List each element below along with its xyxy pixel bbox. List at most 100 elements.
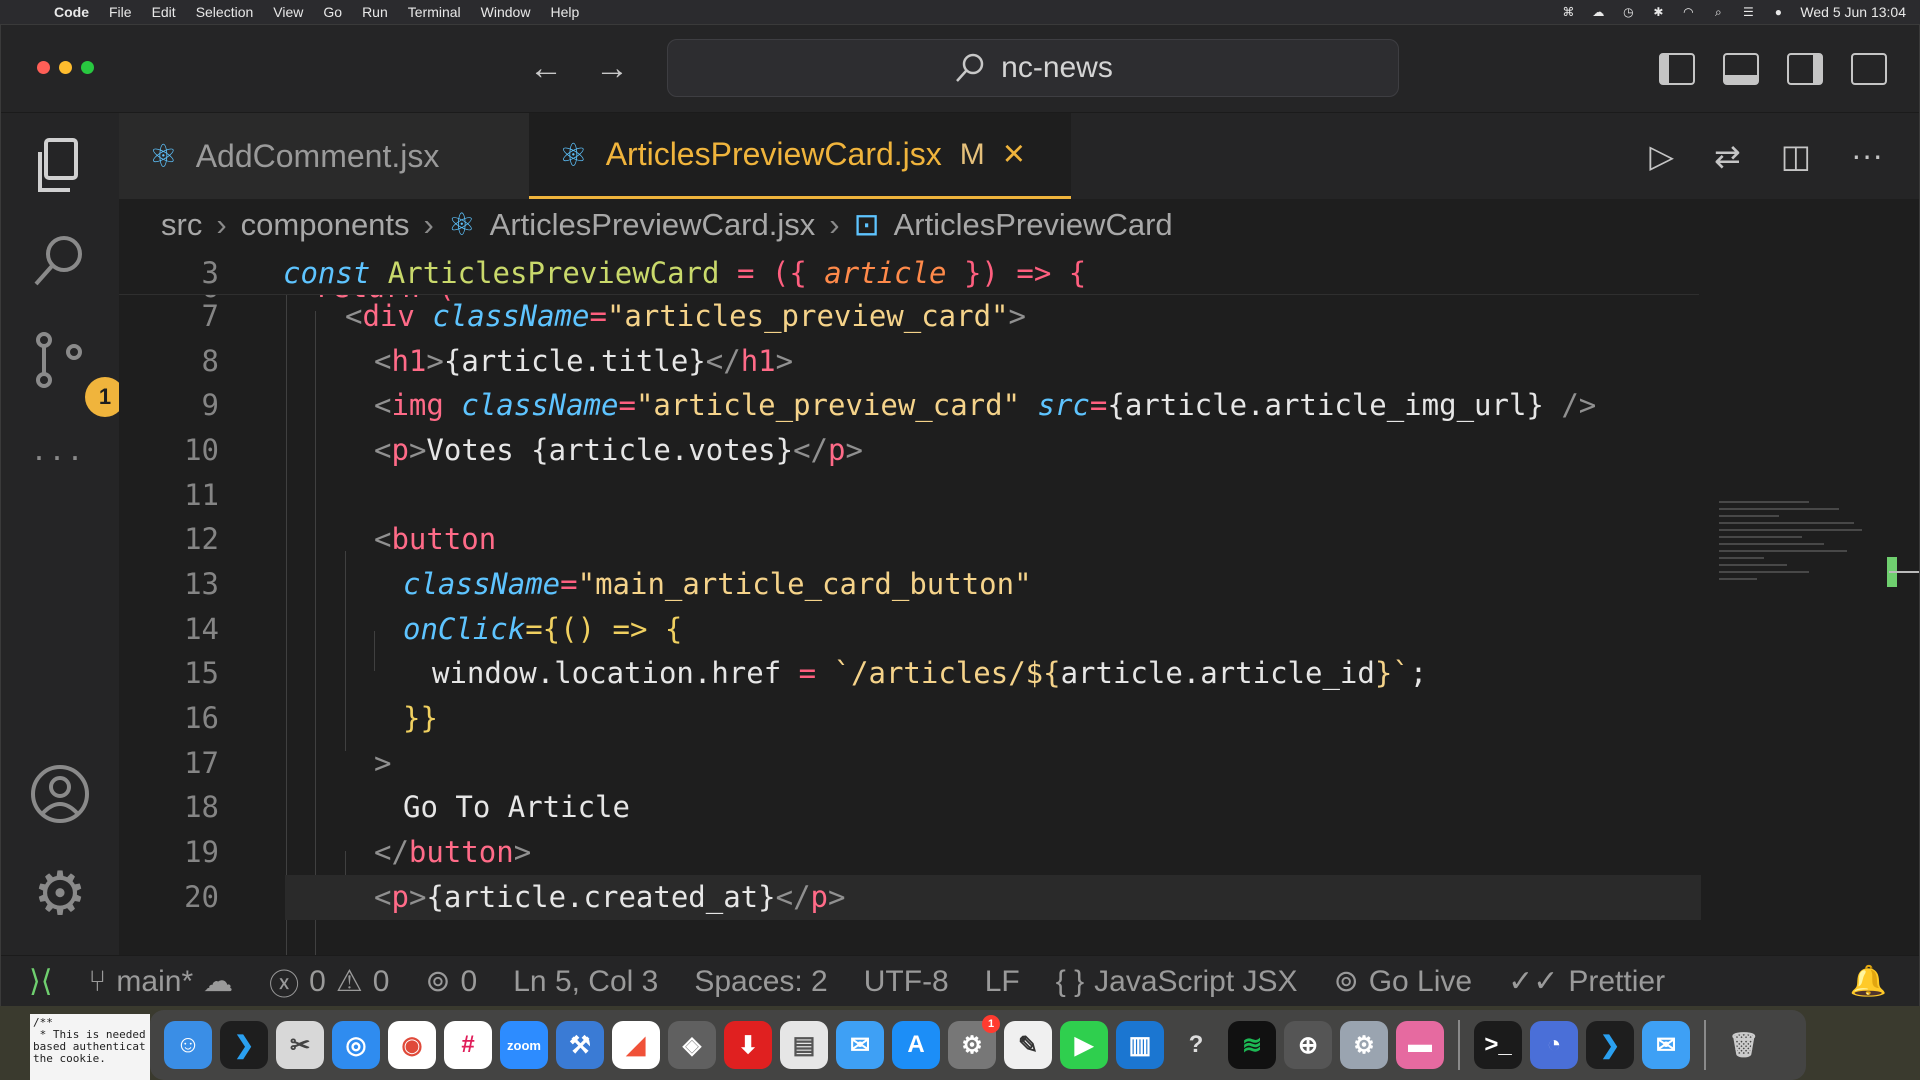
menu-view[interactable]: View	[263, 4, 313, 20]
xcode-icon[interactable]: ⚒	[556, 1021, 604, 1069]
trash-icon[interactable]: 🗑	[1720, 1021, 1768, 1069]
code-line-15[interactable]: 15 window.location.href = `/articles/${a…	[119, 651, 1699, 696]
terminal-icon[interactable]: >_	[1474, 1021, 1522, 1069]
command-center-search[interactable]: nc-news	[667, 39, 1399, 97]
open-changes-icon[interactable]: ⇄	[1714, 137, 1741, 175]
more-views-icon[interactable]: ···	[25, 421, 95, 491]
compressor-icon[interactable]: ◈	[668, 1021, 716, 1069]
language-mode[interactable]: { } JavaScript JSX	[1038, 965, 1316, 999]
sticky-scroll-line[interactable]: 3 const ArticlesPreviewCard = ({ article…	[119, 251, 1699, 295]
explorer-icon[interactable]	[25, 131, 95, 201]
branch-status[interactable]: ⑂ main* ☁	[70, 964, 251, 999]
trello-icon[interactable]: ▥	[1116, 1021, 1164, 1069]
photobooth-icon[interactable]: ▬	[1396, 1021, 1444, 1069]
settings-icon[interactable]: ⚙ 1	[948, 1015, 1000, 1069]
remote-icon[interactable]: ⟩⟨	[1, 964, 70, 999]
code-line-12[interactable]: 12 <button	[119, 517, 1699, 562]
code-editor[interactable]: 3 const ArticlesPreviewCard = ({ article…	[119, 251, 1919, 955]
source-control-icon[interactable]: 1	[25, 325, 125, 417]
help-icon[interactable]: ?	[1172, 1021, 1220, 1069]
swift-icon[interactable]: ◢	[612, 1021, 660, 1069]
run-icon[interactable]: ▷	[1649, 137, 1674, 175]
toggle-secondary-sidebar-icon[interactable]	[1787, 53, 1823, 85]
chrome-icon[interactable]: ◉	[388, 1021, 436, 1069]
split-editor-icon[interactable]: ◫	[1781, 137, 1811, 175]
minimap[interactable]	[1719, 501, 1869, 611]
breadcrumb-src[interactable]: src	[161, 207, 202, 243]
eol-status[interactable]: LF	[967, 965, 1038, 999]
cursor-position[interactable]: Ln 5, Col 3	[495, 965, 676, 999]
ports-status[interactable]: ⊚ 0	[407, 964, 495, 999]
customize-layout-icon[interactable]	[1851, 53, 1887, 85]
close-tab-icon[interactable]: ×	[1003, 133, 1025, 176]
indentation-status[interactable]: Spaces: 2	[676, 965, 845, 999]
time-machine-icon[interactable]: ◷	[1620, 5, 1636, 19]
menu-window[interactable]: Window	[471, 4, 541, 20]
code-line-20[interactable]: <p>{article.created_at}</p>	[285, 875, 1701, 920]
control-center-icon[interactable]: ☰	[1740, 5, 1756, 19]
menu-help[interactable]: Help	[540, 4, 589, 20]
prettier-status[interactable]: ✓✓ Prettier	[1490, 964, 1683, 999]
siri-icon[interactable]: ●	[1770, 5, 1786, 19]
zoom-icon[interactable]: zoom	[500, 1021, 548, 1069]
close-window-button[interactable]	[37, 61, 50, 74]
problems-status[interactable]: ⓧ 0 ⚠ 0	[251, 960, 407, 1004]
code-line-13[interactable]: 13 className="main_article_card_button"	[119, 562, 1699, 607]
minimize-window-button[interactable]	[59, 61, 72, 74]
menu-edit[interactable]: Edit	[142, 4, 186, 20]
vscode-icon[interactable]: ❯	[220, 1021, 268, 1069]
zoom-window-button[interactable]	[81, 61, 94, 74]
command-icon[interactable]: ⌘	[1560, 5, 1576, 19]
breadcrumb-symbol[interactable]: ArticlesPreviewCard	[894, 207, 1173, 243]
more-actions-icon[interactable]: ···	[1851, 137, 1883, 175]
menu-app-name[interactable]: Code	[44, 4, 99, 20]
code-line-18[interactable]: 18 Go To Article	[119, 785, 1699, 830]
network-icon[interactable]: ⊕	[1284, 1021, 1332, 1069]
toggle-primary-sidebar-icon[interactable]	[1659, 53, 1695, 85]
menu-run[interactable]: Run	[352, 4, 398, 20]
code-line-8[interactable]: 8 <h1>{article.title}</h1>	[119, 339, 1699, 384]
code-line-17[interactable]: 17 >	[119, 741, 1699, 786]
bell-icon[interactable]: 🔔	[1832, 964, 1919, 999]
spotify-icon[interactable]: ≋	[1228, 1021, 1276, 1069]
bluetooth-icon[interactable]: ✱	[1650, 5, 1666, 19]
breadcrumb-file[interactable]: ArticlesPreviewCard.jsx	[490, 207, 816, 243]
textedit-icon[interactable]: ✎	[1004, 1021, 1052, 1069]
menu-datetime[interactable]: Wed 5 Jun 13:04	[1800, 4, 1906, 20]
downloader-icon[interactable]: ⬇	[724, 1021, 772, 1069]
spotlight-icon[interactable]: ⌕	[1710, 5, 1726, 19]
wifi-icon[interactable]: ◠	[1680, 5, 1696, 19]
code-line-19[interactable]: 19 </button>	[119, 830, 1699, 875]
code-line-7[interactable]: 7 <div className="articles_preview_card"…	[119, 294, 1699, 339]
cloud-icon[interactable]: ☁	[1590, 5, 1606, 19]
toggle-panel-icon[interactable]	[1723, 53, 1759, 85]
tab-addcomment[interactable]: ⚛ AddComment.jsx	[119, 113, 529, 199]
code-line-10[interactable]: 10 <p>Votes {article.votes}</p>	[119, 428, 1699, 473]
encoding-status[interactable]: UTF-8	[846, 965, 967, 999]
code-line-16[interactable]: 16 }}	[119, 696, 1699, 741]
breadcrumb-components[interactable]: components	[241, 207, 410, 243]
slack-icon[interactable]: #	[444, 1021, 492, 1069]
back-arrow-icon[interactable]: ←	[529, 49, 563, 88]
menu-selection[interactable]: Selection	[186, 4, 264, 20]
accounts-icon[interactable]	[25, 759, 95, 829]
code-line-14[interactable]: 14 onClick={() => {	[119, 607, 1699, 652]
finder-icon[interactable]: ☺	[164, 1021, 212, 1069]
appstore-icon[interactable]: A	[892, 1021, 940, 1069]
facetime-icon[interactable]: ▶	[1060, 1021, 1108, 1069]
forward-arrow-icon[interactable]: →	[595, 49, 629, 88]
code-line-9[interactable]: 9 <img className="article_preview_card" …	[119, 383, 1699, 428]
menu-terminal[interactable]: Terminal	[398, 4, 471, 20]
gear-icon[interactable]: ⚙	[1340, 1021, 1388, 1069]
scissors-icon[interactable]: ✂	[276, 1021, 324, 1069]
mail-icon[interactable]: ✉	[836, 1021, 884, 1069]
menu-go[interactable]: Go	[313, 4, 352, 20]
code-line-11[interactable]: 11	[119, 473, 1699, 518]
safari-icon[interactable]: ◎	[332, 1021, 380, 1069]
tab-articlespreviewcard[interactable]: ⚛ ArticlesPreviewCard.jsx M ×	[529, 113, 1071, 199]
settings-gear-icon[interactable]: ⚙	[25, 859, 95, 929]
search-sidebar-icon[interactable]	[25, 225, 95, 295]
drive-icon[interactable]: ▤	[780, 1021, 828, 1069]
preview-icon[interactable]: ◔	[1530, 1021, 1578, 1069]
menu-file[interactable]: File	[99, 4, 142, 20]
